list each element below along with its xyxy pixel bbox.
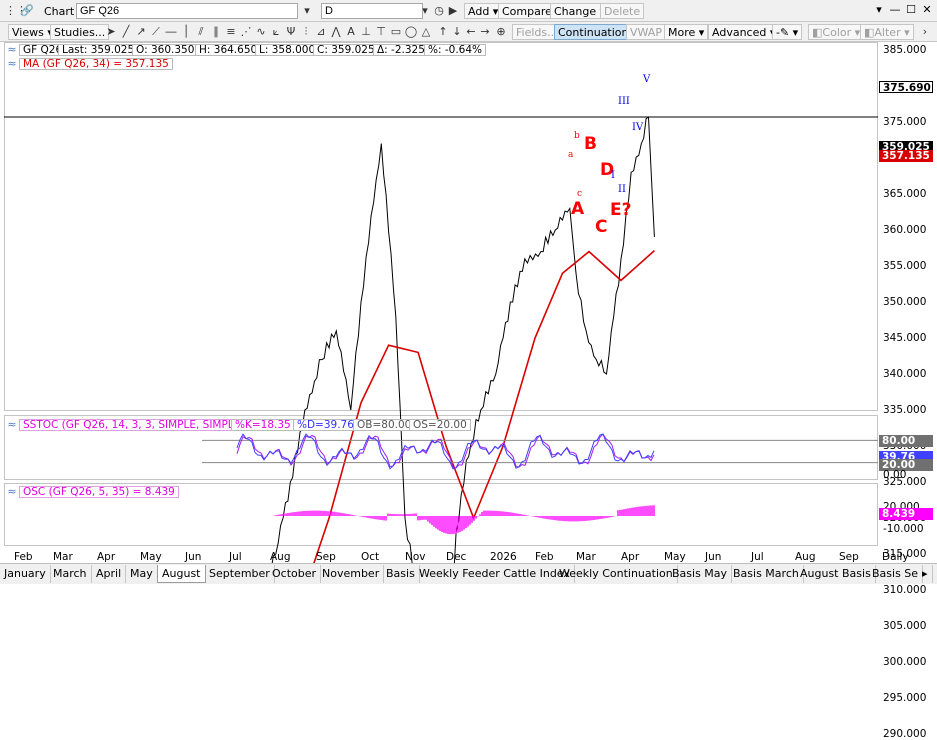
tab-weekly-continuation[interactable]: Weekly Continuation [555, 565, 678, 583]
stoch-study-icon[interactable]: ≈ [5, 418, 19, 432]
header-open: O: 360.350 [132, 44, 199, 56]
time-tick: 2026 [490, 551, 517, 563]
tab-weekly-feeder-cattle-index[interactable]: Weekly Feeder Cattle Index [415, 565, 575, 583]
time-tick: May [664, 551, 686, 563]
stoch-k: %K=18.35 [231, 419, 295, 431]
header-high: H: 364.650 [195, 44, 262, 56]
time-tick: Jul [229, 551, 242, 563]
hline-price-label: 375.690 [879, 81, 933, 94]
wave-label-b: B [584, 134, 597, 154]
time-tick: Aug [270, 551, 291, 563]
wave-label-iv: IV [632, 122, 644, 133]
price-series-line [265, 116, 655, 584]
osc-axis-neg10: -10.000 [883, 523, 924, 535]
time-tick: Nov [405, 551, 426, 563]
stoch-os: OS=20.00 [409, 419, 471, 431]
price-tick: 335.000 [883, 404, 927, 416]
time-tick: Jun [185, 551, 202, 563]
tab-august[interactable]: August [157, 565, 206, 583]
wave-label-e: E? [610, 200, 632, 220]
tab-basis-may[interactable]: Basis May [668, 565, 733, 583]
price-tick: 345.000 [883, 332, 927, 344]
header-pct: %: -0.64% [424, 44, 486, 56]
ma-series-line [306, 250, 655, 584]
header-delta: Δ: -2.325 [373, 44, 429, 56]
time-tick: Feb [14, 551, 33, 563]
osc-title: OSC (GF Q26, 5, 35) = 8.439 [19, 486, 179, 498]
time-tick: Feb [535, 551, 554, 563]
ma-price-label: 357.135 [879, 150, 933, 162]
osc-study-icon[interactable]: ≈ [5, 485, 19, 499]
time-tick: Daily [882, 551, 909, 563]
time-tick: Oct [361, 551, 380, 563]
time-tick: Sep [316, 551, 336, 563]
price-tick: 290.000 [883, 728, 927, 740]
ma-label: MA (GF Q26, 34) = 357.135 [19, 58, 173, 70]
time-tick: May [140, 551, 162, 563]
stoch-axis-ob: 80.00 [879, 435, 933, 447]
time-tick: Jul [751, 551, 764, 563]
wave-label-sub-c: c [577, 189, 583, 199]
time-tick: Apr [621, 551, 640, 563]
tab-scroll-icon[interactable]: ▸ [918, 565, 933, 583]
header-close: C: 359.025 [313, 44, 379, 56]
tab-bar: January March April May August September Octob… [0, 563, 937, 584]
tab-april[interactable]: April [92, 565, 127, 583]
price-tick: 350.000 [883, 296, 927, 308]
osc-axis-value: 8.439 [879, 508, 933, 520]
time-tick: Dec [446, 551, 467, 563]
tab-january[interactable]: January [0, 565, 51, 583]
stoch-ob: OB=80.00 [353, 419, 416, 431]
wave-label-c: C [595, 217, 608, 237]
tab-september[interactable]: September [205, 565, 275, 583]
time-tick: Aug [795, 551, 816, 563]
wave-label-sub-a: a [568, 150, 574, 160]
price-tick: 340.000 [883, 368, 927, 380]
price-tick: 295.000 [883, 692, 927, 704]
tab-basis-march[interactable]: Basis March [729, 565, 804, 583]
stoch-title: SSTOC (GF Q26, 14, 3, 3, SIMPLE, SIMPLE) [19, 419, 249, 431]
tab-october[interactable]: October [268, 565, 322, 583]
price-tick: 375.000 [883, 116, 927, 128]
price-tick: 300.000 [883, 656, 927, 668]
tab-august-basis[interactable]: August Basis [796, 565, 876, 583]
tab-basis-se[interactable]: Basis Se [868, 565, 924, 583]
tab-november[interactable]: November [318, 565, 385, 583]
time-tick: Jun [705, 551, 722, 563]
wave-label-v: V [643, 74, 651, 85]
price-tick: 310.000 [883, 584, 927, 596]
price-study-icon[interactable]: ≈ [5, 43, 19, 57]
time-tick: Mar [53, 551, 73, 563]
wave-label-i: I [611, 170, 615, 181]
price-tick: 355.000 [883, 260, 927, 272]
price-tick: 385.000 [883, 44, 927, 56]
header-low: L: 358.000 [255, 44, 320, 56]
stoch-axis-zero: 0.00 [883, 469, 907, 481]
price-tick: 305.000 [883, 620, 927, 632]
price-tick: 360.000 [883, 224, 927, 236]
time-tick: Sep [839, 551, 859, 563]
ma-study-icon[interactable]: ≈ [5, 57, 19, 71]
stoch-d: %D=39.76 [293, 419, 358, 431]
wave-label-sub-b: b [574, 131, 580, 141]
header-last: Last: 359.025 [58, 44, 139, 56]
time-tick: Mar [576, 551, 596, 563]
tab-may[interactable]: May [126, 565, 158, 583]
wave-label-ii: II [618, 184, 626, 195]
tab-march[interactable]: March [49, 565, 92, 583]
time-tick: Apr [97, 551, 116, 563]
wave-label-a: A [571, 199, 585, 219]
price-tick: 365.000 [883, 188, 927, 200]
wave-label-iii: III [618, 96, 630, 107]
